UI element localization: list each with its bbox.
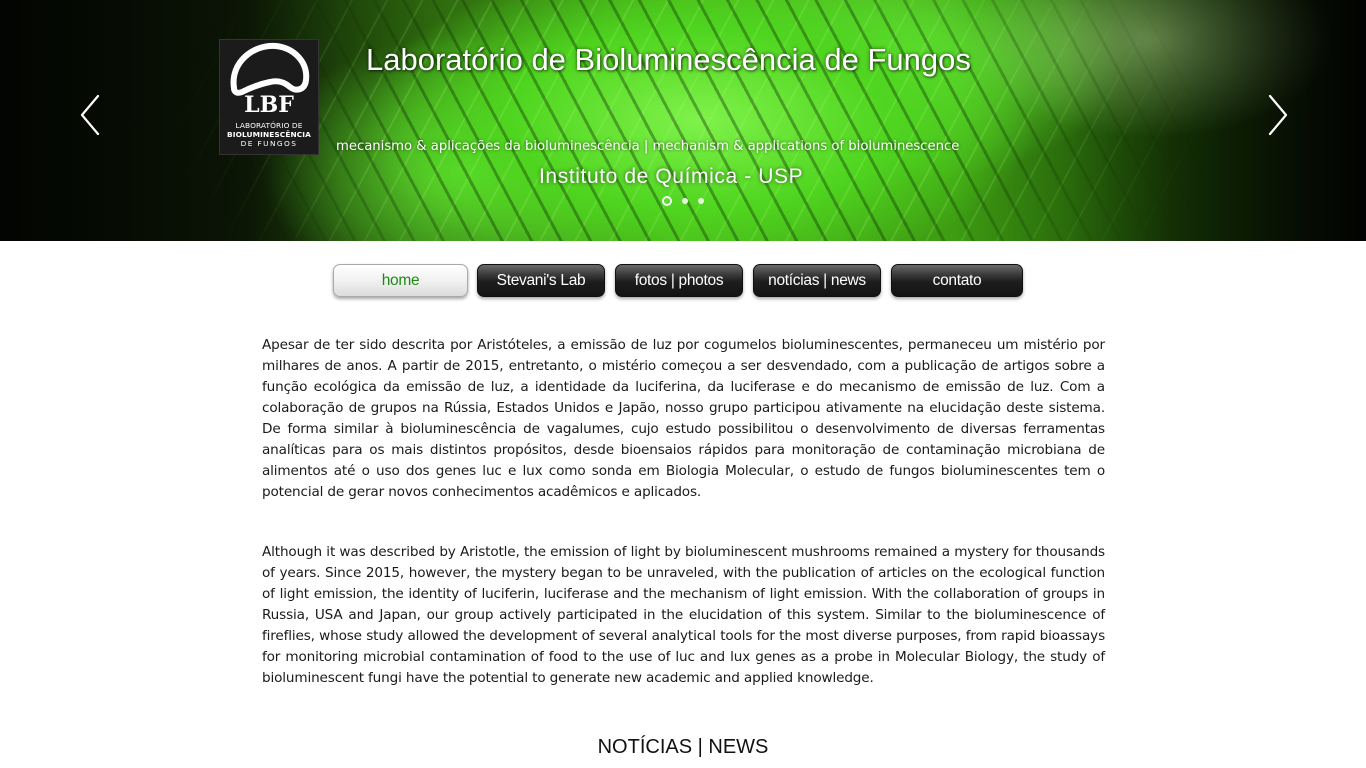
chevron-right-icon: [1268, 94, 1288, 136]
intro-paragraph-pt: Apesar de ter sido descrita por Aristóte…: [262, 337, 1105, 500]
site-subtitle: mecanismo & aplicações da bioluminescênc…: [336, 139, 960, 154]
nav-stevanis-lab[interactable]: Stevani's Lab: [477, 264, 605, 297]
intro-paragraph-en: Although it was described by Aristotle, …: [262, 544, 1105, 686]
institute-label: Instituto de Química - USP: [539, 165, 804, 188]
slide-dot-3[interactable]: [698, 198, 704, 204]
logo-line-3: DE FUNGOS: [240, 139, 298, 148]
slide-dot-1[interactable]: [662, 196, 672, 206]
nav-contact[interactable]: contato: [891, 264, 1023, 297]
nav-news[interactable]: notícias | news: [753, 264, 881, 297]
slideshow-next-button[interactable]: [1262, 92, 1292, 138]
nav-photos[interactable]: fotos | photos: [615, 264, 743, 297]
slide-dot-2[interactable]: [682, 198, 688, 204]
lab-logo[interactable]: LBF LABORATÓRIO DE BIOLUMINESCÊNCIA DE F…: [220, 40, 318, 154]
chevron-left-icon: [80, 94, 100, 136]
news-section-heading: NOTÍCIAS | NEWS: [597, 736, 769, 758]
site-title: Laboratório de Bioluminescência de Fungo…: [366, 42, 971, 77]
photo-vignette: [0, 0, 1366, 241]
hero-slideshow: LBF LABORATÓRIO DE BIOLUMINESCÊNCIA DE F…: [0, 0, 1366, 241]
slideshow-prev-button[interactable]: [76, 92, 106, 138]
logo-mark: LBF: [244, 92, 294, 118]
mushroom-logo-icon: LBF: [230, 42, 310, 118]
nav-home[interactable]: home: [333, 264, 468, 297]
